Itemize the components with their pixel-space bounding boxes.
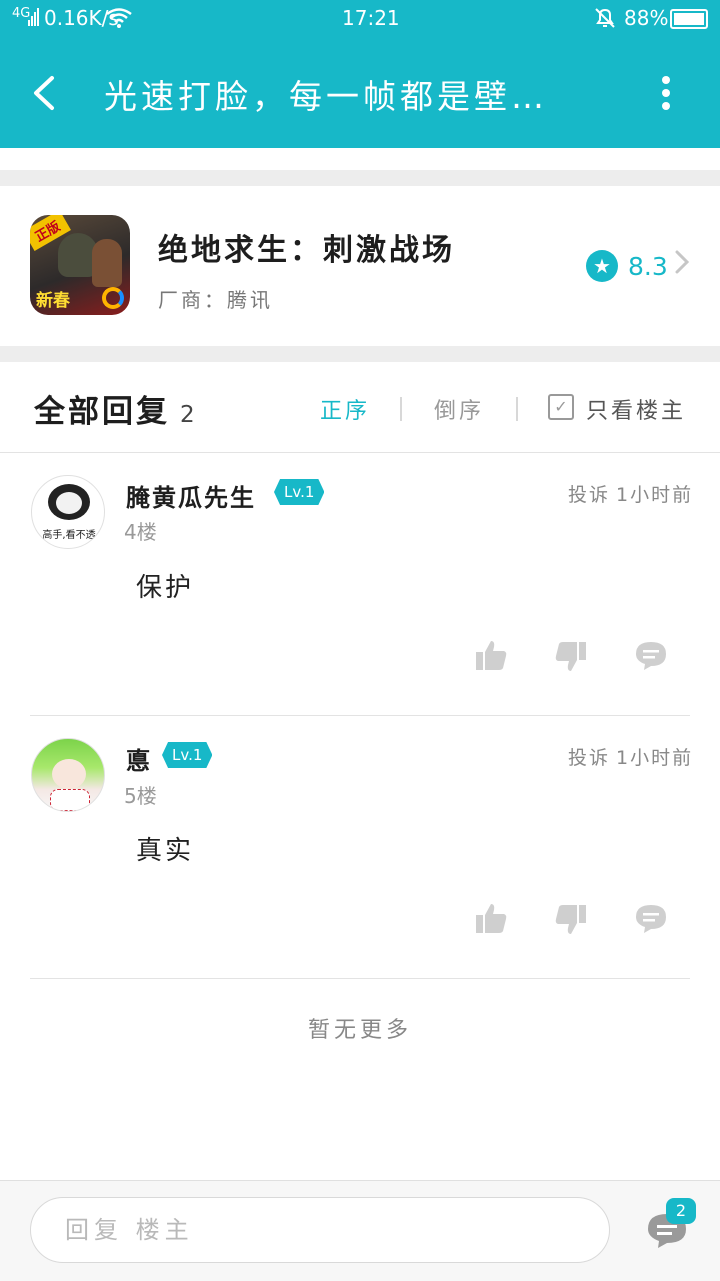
thumbs-up-icon[interactable] xyxy=(474,901,508,935)
star-icon: ★ xyxy=(586,250,618,282)
level-badge: Lv.1 xyxy=(274,479,325,505)
comment-icon[interactable] xyxy=(634,639,668,673)
section-divider xyxy=(0,170,720,186)
comment-body: 保护 xyxy=(136,573,195,603)
sort-ascending-tab[interactable]: 正序 xyxy=(320,393,370,425)
comment-icon[interactable] xyxy=(634,902,668,936)
sort-descending-tab[interactable]: 倒序 xyxy=(434,393,484,425)
page-title: 光速打脸，每一帧都是壁… xyxy=(104,77,548,116)
tencent-logo-icon xyxy=(102,287,124,309)
wifi-icon xyxy=(106,8,132,28)
anime-outfit xyxy=(50,789,90,811)
comment-body: 真实 xyxy=(136,836,195,866)
battery-icon xyxy=(670,9,708,29)
game-icon[interactable]: 正版 新春 xyxy=(30,215,130,315)
game-name: 绝地求生：刺激战场 xyxy=(158,233,455,268)
avatar[interactable] xyxy=(31,738,105,812)
more-vertical-icon[interactable] xyxy=(656,74,676,114)
avatar[interactable]: 高手,看不透 xyxy=(31,475,105,549)
comment-divider xyxy=(30,715,690,716)
panda-face-inner xyxy=(56,492,82,514)
only-op-label[interactable]: 只看楼主 xyxy=(586,393,686,425)
comment-count-badge: 2 xyxy=(666,1198,696,1224)
no-more-label: 暂无更多 xyxy=(307,1018,412,1043)
game-vendor: 厂商：腾讯 xyxy=(158,288,273,312)
header-divider xyxy=(0,452,720,453)
signal-icon xyxy=(28,8,39,26)
thumbs-down-icon[interactable] xyxy=(554,640,588,674)
level-badge: Lv.1 xyxy=(162,742,213,768)
battery-percent: 88% xyxy=(624,6,669,30)
username[interactable]: 悳 xyxy=(126,741,152,776)
replies-count: 2 xyxy=(180,402,198,428)
divider xyxy=(400,397,402,421)
thumbs-down-icon[interactable] xyxy=(554,903,588,937)
replies-title: 全部回复 2 xyxy=(34,386,198,431)
icon-label: 新春 xyxy=(36,291,70,311)
comment-time: 1小时前 xyxy=(616,747,694,769)
comment-divider xyxy=(30,978,690,979)
username[interactable]: 腌黄瓜先生 xyxy=(126,478,256,513)
report-link[interactable]: 投诉 xyxy=(568,480,610,507)
floor-number: 4楼 xyxy=(124,520,157,544)
thumbs-up-icon[interactable] xyxy=(474,638,508,672)
chevron-right-icon[interactable] xyxy=(674,248,690,276)
report-link[interactable]: 投诉 xyxy=(568,743,610,770)
character-figure xyxy=(92,239,122,287)
avatar-caption: 高手,看不透 xyxy=(42,530,96,541)
only-op-checkbox[interactable]: ✓ xyxy=(548,394,574,420)
replies-title-text: 全部回复 xyxy=(34,394,170,430)
comment-time: 1小时前 xyxy=(616,484,694,506)
game-rating: 8.3 xyxy=(628,252,668,281)
back-icon[interactable] xyxy=(30,74,58,112)
bell-muted-icon xyxy=(595,8,615,28)
divider xyxy=(516,397,518,421)
anime-face xyxy=(52,759,86,789)
section-divider xyxy=(0,346,720,362)
floor-number: 5楼 xyxy=(124,784,157,808)
reply-input[interactable] xyxy=(30,1197,610,1263)
clock: 17:21 xyxy=(342,6,400,30)
